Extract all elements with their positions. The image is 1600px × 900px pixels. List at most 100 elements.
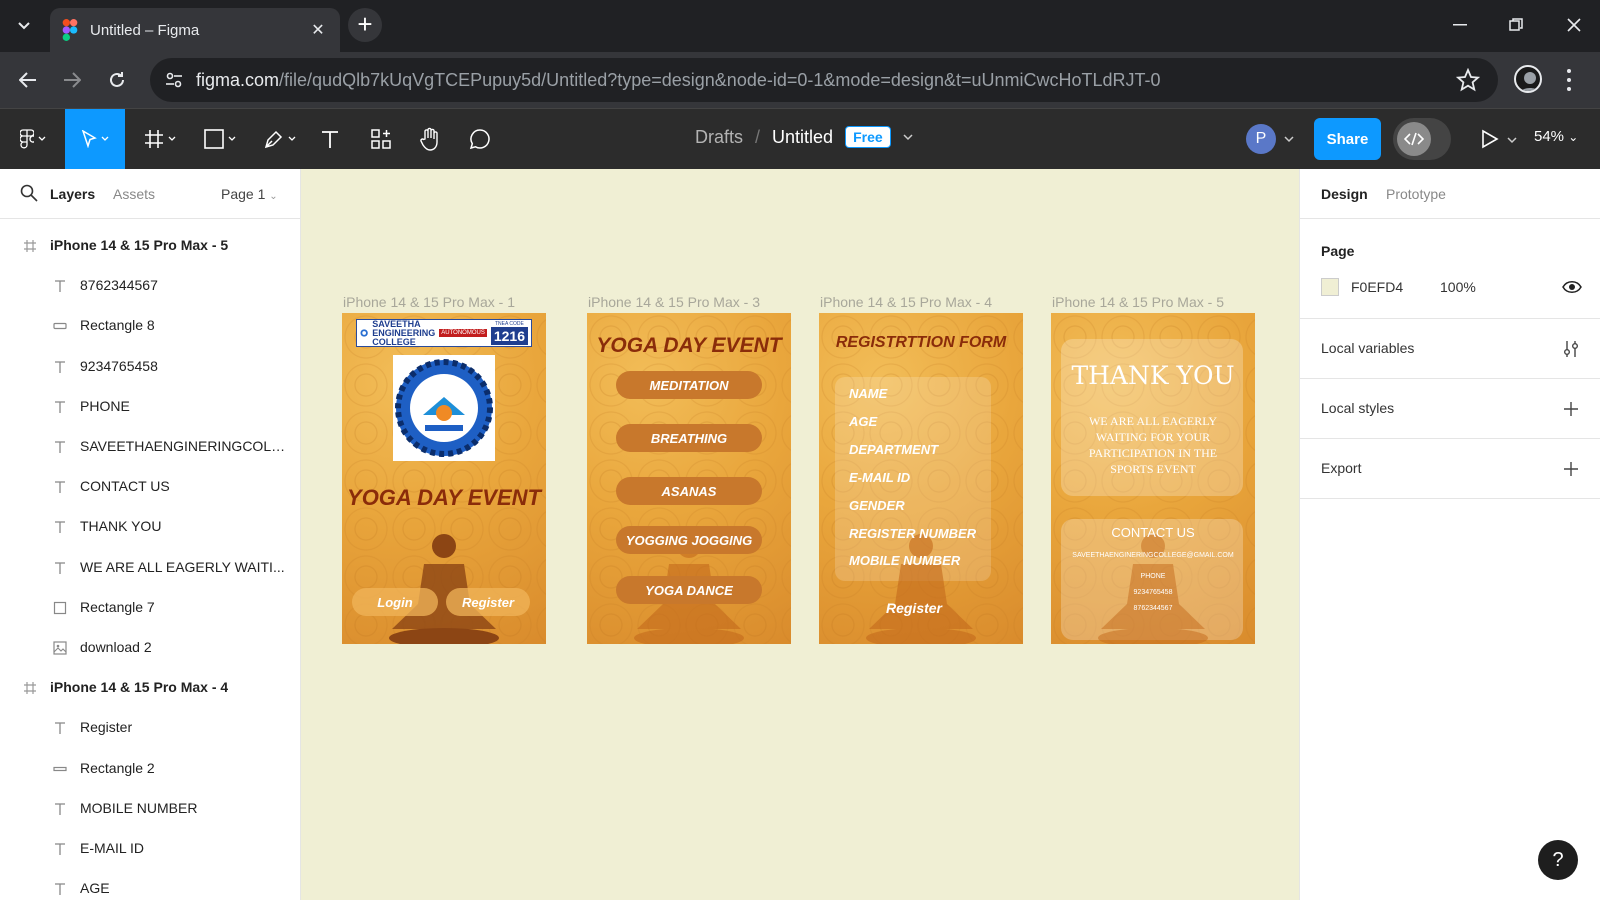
hand-tool-button[interactable] [417, 109, 443, 169]
design-canvas[interactable]: iPhone 14 & 15 Pro Max - 1 SAVEETHA ENGI… [301, 169, 1299, 900]
breadcrumb-drafts-link[interactable]: Drafts [695, 127, 743, 148]
frame-label-4[interactable]: iPhone 14 & 15 Pro Max - 4 [820, 294, 992, 310]
login-button[interactable]: Login [352, 588, 438, 616]
frame-label-3[interactable]: iPhone 14 & 15 Pro Max - 3 [588, 294, 760, 310]
menu-item-asanas[interactable]: ASANAS [616, 477, 762, 505]
menu-item-breathing[interactable]: BREATHING [616, 424, 762, 452]
layer-row[interactable]: Rectangle 8 [0, 306, 300, 346]
tab-assets[interactable]: Assets [113, 186, 155, 202]
text-tool-button[interactable] [318, 109, 342, 169]
layer-row[interactable]: AGE [0, 869, 300, 900]
layer-row[interactable]: SAVEETHAENGINERINGCOLL... [0, 427, 300, 467]
form-field-age[interactable]: AGE [849, 414, 877, 429]
layer-row[interactable]: 8762344567 [0, 266, 300, 306]
register-button[interactable]: Register [446, 588, 530, 616]
resources-tool-button[interactable] [368, 109, 394, 169]
layer-row[interactable]: Register [0, 708, 300, 748]
page-selector[interactable]: Page 1 ⌄ [221, 186, 278, 202]
browser-menu-icon[interactable] [1561, 66, 1577, 94]
close-window-icon[interactable] [1554, 10, 1594, 40]
file-title[interactable]: Untitled [772, 127, 833, 148]
close-tab-icon[interactable]: ✕ [308, 20, 328, 40]
layer-row[interactable]: Rectangle 7 [0, 588, 300, 628]
form-field-mobile-number[interactable]: MOBILE NUMBER [849, 553, 960, 568]
menu-item-meditation[interactable]: MEDITATION [616, 371, 762, 399]
form-field-email[interactable]: E-MAIL ID [849, 470, 910, 485]
layer-row[interactable]: CONTACT US [0, 467, 300, 507]
comment-tool-button[interactable] [467, 109, 493, 169]
frame-label-5[interactable]: iPhone 14 & 15 Pro Max - 5 [1052, 294, 1224, 310]
tab-list-dropdown-icon[interactable] [10, 12, 38, 40]
shape-tool-button[interactable] [198, 109, 242, 169]
text-layer-icon [52, 278, 68, 294]
plan-badge[interactable]: Free [845, 126, 891, 148]
layer-frame-row[interactable]: iPhone 14 & 15 Pro Max - 5 [0, 226, 300, 266]
url-field[interactable]: figma.com/file/qudQlb7kUqVgTCEPupuy5d/Un… [150, 58, 1498, 102]
present-play-icon[interactable] [1481, 129, 1499, 149]
frame-iphone-1[interactable]: SAVEETHA ENGINEERING COLLEGE AUTONOMOUS … [342, 313, 546, 644]
bookmark-star-icon[interactable] [1456, 68, 1480, 92]
reload-icon[interactable] [101, 64, 133, 96]
form-register-button[interactable]: Register [819, 600, 1009, 616]
layer-row[interactable]: THANK YOU [0, 507, 300, 547]
user-avatar[interactable]: P [1246, 124, 1276, 154]
layer-row[interactable]: E-MAIL ID [0, 829, 300, 869]
frame-iphone-3[interactable]: YOGA DAY EVENT MEDITATION BREATHING ASAN… [587, 313, 791, 644]
contact-phone-1: 9234765458 [1133, 589, 1173, 596]
minimize-window-icon[interactable] [1440, 10, 1480, 40]
frame-iphone-4[interactable]: REGISTRTTION FORM NAME AGE DEPARTMENT E-… [819, 313, 1023, 644]
tab-design[interactable]: Design [1321, 186, 1368, 202]
search-icon[interactable] [20, 184, 38, 202]
layer-row[interactable]: download 2 [0, 628, 300, 668]
move-tool-button[interactable] [65, 109, 125, 169]
form-field-register-number[interactable]: REGISTER NUMBER [849, 526, 976, 541]
frame-label-1[interactable]: iPhone 14 & 15 Pro Max - 1 [343, 294, 515, 310]
variables-sliders-icon[interactable] [1562, 340, 1580, 358]
multiplayer-chevron-icon[interactable] [1284, 136, 1294, 143]
layer-row[interactable]: WE ARE ALL EAGERLY WAITI... [0, 548, 300, 588]
export-section[interactable]: Export [1300, 439, 1600, 499]
present-chevron-icon[interactable] [1507, 137, 1517, 144]
browser-tab-figma[interactable]: Untitled – Figma ✕ [50, 8, 340, 52]
form-field-gender[interactable]: GENDER [849, 498, 905, 513]
layer-row[interactable]: MOBILE NUMBER [0, 789, 300, 829]
frame-iphone-5[interactable]: THANK YOU WE ARE ALL EAGERLY WAITING FOR… [1051, 313, 1255, 644]
restore-window-icon[interactable] [1496, 10, 1536, 40]
page-heading: Page [1321, 243, 1355, 259]
main-menu-button[interactable] [12, 109, 54, 169]
browser-profile-avatar[interactable] [1514, 65, 1542, 93]
zoom-level[interactable]: 54% ⌄ [1534, 128, 1578, 145]
add-style-plus-icon[interactable] [1562, 400, 1580, 418]
share-button[interactable]: Share [1314, 118, 1381, 160]
new-tab-button[interactable]: + [348, 8, 382, 42]
form-field-name[interactable]: NAME [849, 386, 887, 401]
layer-row[interactable]: PHONE [0, 387, 300, 427]
local-variables-label: Local variables [1321, 340, 1415, 356]
eye-visibility-icon[interactable] [1562, 278, 1582, 296]
form-field-department[interactable]: DEPARTMENT [849, 442, 938, 457]
forward-icon[interactable] [56, 64, 88, 96]
layer-frame-row[interactable]: iPhone 14 & 15 Pro Max - 4 [0, 668, 300, 708]
dev-mode-toggle[interactable] [1393, 118, 1451, 160]
help-button[interactable]: ? [1538, 840, 1578, 880]
add-export-plus-icon[interactable] [1562, 460, 1580, 478]
page-color-hex[interactable]: F0EFD4 [1351, 279, 1403, 295]
page-color-opacity[interactable]: 100% [1440, 279, 1476, 295]
frame-tool-button[interactable] [138, 109, 182, 169]
layer-row[interactable]: Rectangle 2 [0, 749, 300, 789]
local-variables-section[interactable]: Local variables [1300, 319, 1600, 379]
menu-item-yogging-jogging[interactable]: YOGGING JOGGING [616, 526, 762, 554]
tab-prototype[interactable]: Prototype [1386, 186, 1446, 202]
college-seal-image [393, 355, 495, 461]
menu-item-yoga-dance[interactable]: YOGA DANCE [616, 576, 762, 604]
local-styles-section[interactable]: Local styles [1300, 379, 1600, 439]
tab-layers[interactable]: Layers [50, 186, 95, 202]
layer-row[interactable]: 9234765458 [0, 347, 300, 387]
file-menu-chevron-icon[interactable] [903, 133, 913, 141]
layer-label: CONTACT US [80, 478, 170, 495]
site-settings-icon[interactable] [164, 70, 184, 90]
page-section: Page F0EFD4 100% [1300, 219, 1600, 319]
back-icon[interactable] [12, 64, 44, 96]
page-color-swatch[interactable] [1321, 278, 1339, 296]
pen-tool-button[interactable] [258, 109, 302, 169]
